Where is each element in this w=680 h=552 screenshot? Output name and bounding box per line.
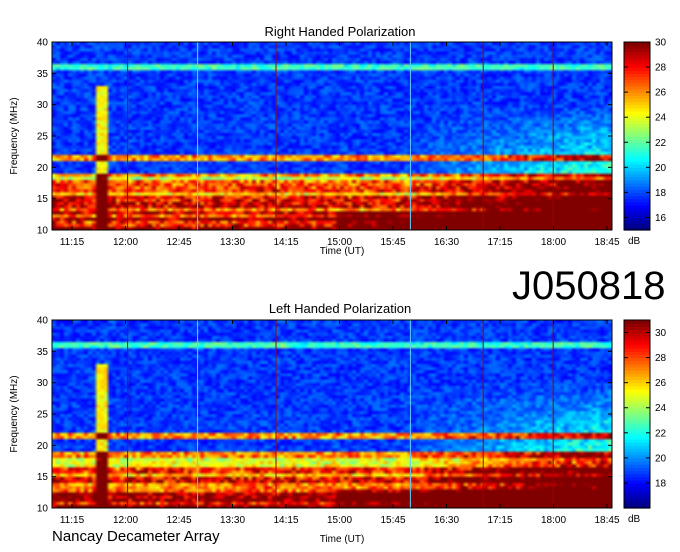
y-tick-label: 15 xyxy=(37,194,49,205)
x-tick-label: 13:30 xyxy=(220,237,245,248)
y-tick-label: 40 xyxy=(37,316,49,327)
colorbar-tick-label: 22 xyxy=(655,138,667,149)
x-tick-label: 11:15 xyxy=(60,237,85,248)
colorbar-unit-label: dB xyxy=(628,236,641,247)
y-tick-label: 35 xyxy=(37,347,49,358)
x-tick-label: 18:00 xyxy=(541,237,566,248)
colorbar-tick-label: 26 xyxy=(655,378,667,389)
colorbar-tick-label: 22 xyxy=(655,428,667,439)
y-tick-label: 25 xyxy=(37,132,49,143)
x-tick-label: 18:45 xyxy=(594,237,619,248)
x-tick-label: 15:45 xyxy=(380,515,405,526)
x-tick-label: 13:30 xyxy=(220,515,245,526)
colorbar-tick-label: 26 xyxy=(655,88,667,99)
colorbar-segment xyxy=(624,320,650,324)
x-tick-label: 16:30 xyxy=(434,515,459,526)
x-tick-label: 12:45 xyxy=(166,237,191,248)
colorbar-tick-label: 28 xyxy=(655,353,667,364)
x-tick-label: 15:45 xyxy=(380,237,405,248)
colorbar-tick-label: 18 xyxy=(655,188,667,199)
x-tick-label: 17:15 xyxy=(487,515,512,526)
x-tick-label: 16:30 xyxy=(434,237,459,248)
y-axis-label: Frequency (MHz) xyxy=(9,97,20,174)
x-tick-label: 17:15 xyxy=(487,237,512,248)
spectrogram-figure: 10 15 20 25 30 35 40 11:15 12:00 12:45 13:30 14:15 1… xyxy=(9,38,667,546)
x-tick-label: 18:45 xyxy=(594,515,619,526)
colorbar-segment xyxy=(624,42,650,46)
x-tick-label: 14:15 xyxy=(273,237,298,248)
x-tick-label: 12:00 xyxy=(113,237,138,248)
chart-panel-1: 10 15 20 25 30 35 40 11:15 12:00 12:45 13:30 14:15 1… xyxy=(9,316,667,546)
colorbar-tick-label: 20 xyxy=(655,453,667,464)
spectrogram-image xyxy=(52,42,612,230)
x-tick-label: 12:45 xyxy=(166,515,191,526)
x-tick-label: 11:15 xyxy=(60,515,85,526)
colorbar-tick-label: 18 xyxy=(655,478,667,489)
colorbar-tick-label: 30 xyxy=(655,328,667,339)
colorbar-unit-label: dB xyxy=(628,514,641,525)
x-axis-label: Time (UT) xyxy=(320,246,365,257)
spectrogram-image xyxy=(52,320,612,508)
colorbar-tick-label: 24 xyxy=(655,113,667,124)
y-tick-label: 35 xyxy=(37,69,49,80)
y-tick-label: 10 xyxy=(37,226,49,237)
colorbar-tick-label: 20 xyxy=(655,163,667,174)
y-tick-label: 25 xyxy=(37,410,49,421)
y-tick-label: 10 xyxy=(37,504,49,515)
y-tick-label: 20 xyxy=(37,163,49,174)
x-tick-label: 12:00 xyxy=(113,515,138,526)
x-axis-label: Time (UT) xyxy=(320,534,365,545)
x-tick-label: 14:15 xyxy=(273,515,298,526)
x-tick-label: 15:00 xyxy=(327,515,352,526)
colorbar-tick-label: 28 xyxy=(655,63,667,74)
colorbar-tick-label: 30 xyxy=(655,38,667,49)
y-tick-label: 20 xyxy=(37,441,49,452)
chart-panel-0: 10 15 20 25 30 35 40 11:15 12:00 12:45 13:30 14:15 1… xyxy=(9,38,667,258)
y-tick-label: 40 xyxy=(37,38,49,49)
colorbar-tick-label: 24 xyxy=(655,403,667,414)
x-tick-label: 18:00 xyxy=(541,515,566,526)
y-axis-label: Frequency (MHz) xyxy=(9,375,20,452)
y-tick-label: 30 xyxy=(37,378,49,389)
y-tick-label: 30 xyxy=(37,100,49,111)
y-tick-label: 15 xyxy=(37,472,49,483)
colorbar-tick-label: 16 xyxy=(655,213,667,224)
